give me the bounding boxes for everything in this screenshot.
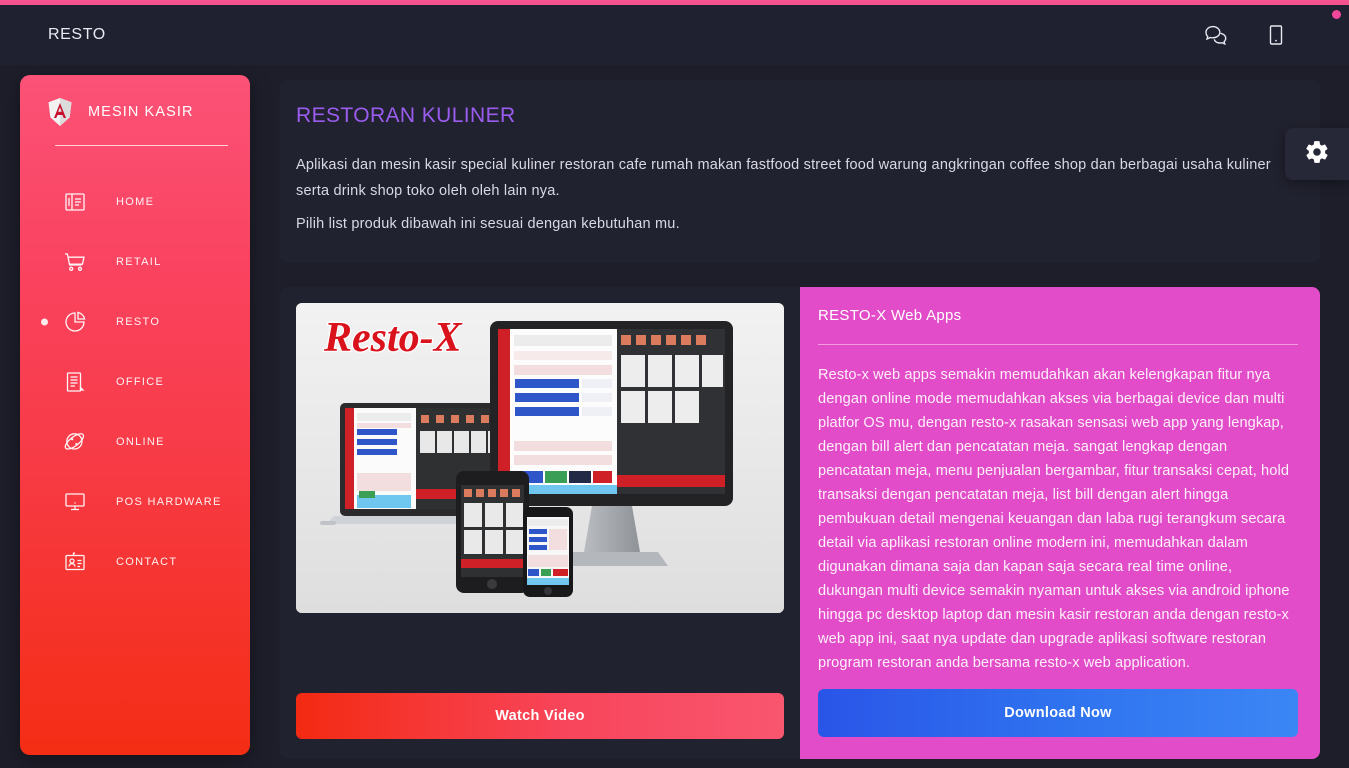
product-card-divider	[818, 344, 1298, 345]
sidebar-item-resto[interactable]: RESTO	[20, 292, 250, 352]
mobile-icon[interactable]	[1263, 22, 1289, 48]
pie-chart-icon	[62, 309, 88, 335]
sidebar-item-label: RETAIL	[116, 256, 162, 268]
watch-video-button[interactable]: Watch Video	[296, 693, 784, 739]
product-row: Resto-X Watch Video RESTO-X Web Apps Res…	[280, 287, 1320, 759]
product-screenshot: Resto-X	[296, 303, 784, 613]
monitor-icon	[62, 489, 88, 515]
intro-paragraph-2: Pilih list produk dibawah ini sesuai den…	[296, 216, 680, 232]
sidebar-item-label: CONTACT	[116, 556, 178, 568]
product-card-title: RESTO-X Web Apps	[818, 307, 962, 324]
sidebar-item-contact[interactable]: CONTACT	[20, 532, 250, 592]
sidebar-item-label: ONLINE	[116, 436, 165, 448]
main-content: RESTORAN KULINER Aplikasi dan mesin kasi…	[280, 80, 1320, 768]
sidebar-divider	[55, 145, 228, 146]
sidebar-title: MESIN KASIR	[88, 104, 194, 120]
brand-title: RESTO	[48, 26, 106, 43]
product-info-panel: RESTO-X Web Apps Resto-x web apps semaki…	[800, 287, 1320, 759]
sidebar-item-label: OFFICE	[116, 376, 165, 388]
settings-tab-button[interactable]	[1285, 128, 1349, 180]
page-title: RESTORAN KULINER	[296, 104, 516, 127]
chat-icon[interactable]	[1203, 22, 1229, 48]
document-icon	[62, 369, 88, 395]
sidebar-menu: HOME RETAIL RESTO OFFICE ONLINE POS HARD…	[20, 172, 250, 592]
gear-icon	[1304, 139, 1330, 170]
active-indicator-dot	[41, 318, 48, 326]
id-card-icon	[62, 549, 88, 575]
sidebar-item-office[interactable]: OFFICE	[20, 352, 250, 412]
sidebar-item-label: RESTO	[116, 316, 161, 328]
notification-dot	[1332, 10, 1341, 19]
top-bar: RESTO	[0, 5, 1349, 65]
angular-shield-icon	[46, 97, 74, 127]
sidebar-item-label: POS HARDWARE	[116, 496, 222, 508]
top-accent-strip	[0, 0, 1349, 5]
globe-orbit-icon	[62, 429, 88, 455]
sidebar-item-retail[interactable]: RETAIL	[20, 232, 250, 292]
product-media-panel: Resto-X Watch Video	[280, 287, 800, 759]
product-card-description: Resto-x web apps semakin memudahkan akan…	[818, 367, 1290, 671]
sidebar-item-home[interactable]: HOME	[20, 172, 250, 232]
sidebar-item-label: HOME	[116, 196, 155, 208]
sidebar-item-online[interactable]: ONLINE	[20, 412, 250, 472]
sidebar-item-pos-hardware[interactable]: POS HARDWARE	[20, 472, 250, 532]
topbar-actions	[1203, 22, 1289, 48]
svg-text:Resto-X: Resto-X	[323, 315, 463, 361]
intro-card: RESTORAN KULINER Aplikasi dan mesin kasi…	[280, 80, 1320, 263]
sidebar: MESIN KASIR HOME RETAIL RESTO OFFICE ONL…	[20, 75, 250, 755]
download-now-button[interactable]: Download Now	[818, 689, 1298, 737]
intro-paragraph-1: Aplikasi dan mesin kasir special kuliner…	[296, 157, 1271, 199]
shopping-cart-icon	[62, 249, 88, 275]
sidebar-header: MESIN KASIR	[20, 75, 250, 127]
layout-dashboard-icon	[62, 189, 88, 215]
